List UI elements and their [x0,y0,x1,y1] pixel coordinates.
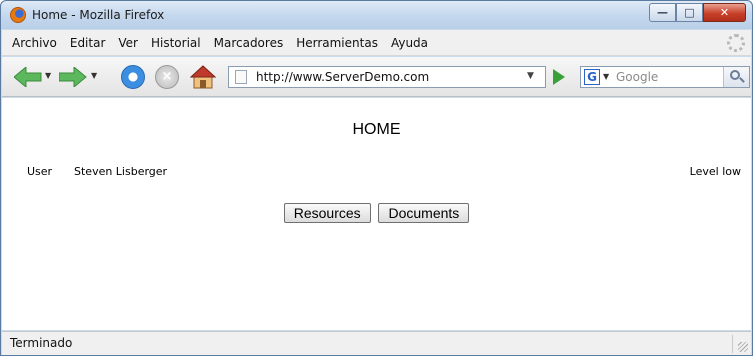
menu-ver[interactable]: Ver [118,36,138,50]
maximize-button[interactable]: □ [676,3,703,22]
reload-icon[interactable] [121,65,145,89]
resize-grip-icon[interactable] [738,342,748,352]
button-row: Resources Documents [2,203,751,223]
menu-historial[interactable]: Historial [151,36,201,50]
activity-throbber-icon [727,34,745,52]
url-history-dropdown-icon[interactable]: ▼ [527,71,534,81]
menu-bar: Archivo Editar Ver Historial Marcadores … [2,30,751,56]
address-bar[interactable]: http://www.ServerDemo.com ▼ [228,66,546,88]
menu-archivo[interactable]: Archivo [12,36,57,50]
page-icon [235,70,247,84]
back-history-dropdown-icon[interactable]: ▼ [45,71,51,80]
go-icon[interactable] [553,69,565,85]
window-controls: — □ ✕ [649,3,746,22]
window-title: Home - Mozilla Firefox [32,8,165,22]
status-separator [732,335,733,353]
search-button[interactable] [723,67,749,87]
stop-icon[interactable]: × [155,65,179,89]
level-label: Level low [689,165,741,178]
resources-button[interactable]: Resources [283,203,371,223]
menu-marcadores[interactable]: Marcadores [214,36,284,50]
forward-history-dropdown-icon[interactable]: ▼ [91,71,97,80]
url-text[interactable]: http://www.ServerDemo.com [256,70,429,84]
firefox-logo-icon [10,7,26,23]
title-bar[interactable]: Home - Mozilla Firefox — □ ✕ [1,1,752,29]
page-content: HOME User Steven Lisberger Level low Res… [2,98,751,330]
menu-editar[interactable]: Editar [70,36,106,50]
search-engine-dropdown-icon[interactable]: ▼ [603,72,609,81]
forward-icon[interactable] [59,67,87,87]
close-button[interactable]: ✕ [703,3,746,22]
user-label: User [27,165,53,178]
menu-ayuda[interactable]: Ayuda [391,36,428,50]
user-name: Steven Lisberger [74,165,168,178]
status-text: Terminado [10,336,73,350]
home-icon[interactable] [190,65,216,89]
status-bar: Terminado [2,331,751,355]
search-input[interactable]: Google [616,70,658,84]
back-icon[interactable] [14,67,42,87]
page-title: HOME [352,121,401,138]
browser-window: Home - Mozilla Firefox — □ ✕ Archivo Edi… [0,0,753,356]
google-icon[interactable]: G [584,69,600,85]
documents-button[interactable]: Documents [378,203,470,223]
search-bar[interactable]: G ▼ Google [580,66,750,88]
minimize-button[interactable]: — [649,3,676,22]
menu-herramientas[interactable]: Herramientas [296,36,378,50]
navigation-toolbar: ▼ ▼ × http://www.ServerDemo.com ▼ G ▼ Go… [2,57,751,97]
